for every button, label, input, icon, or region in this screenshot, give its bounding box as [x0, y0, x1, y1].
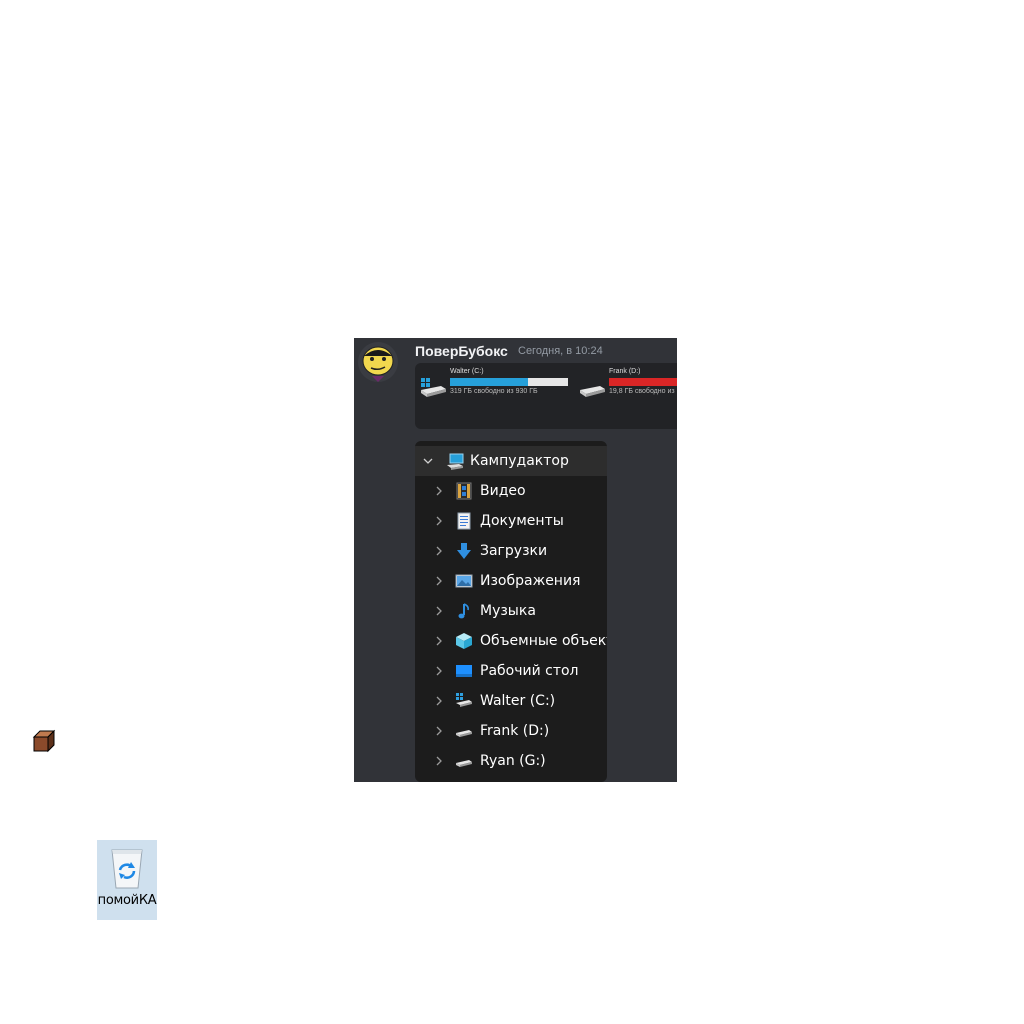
tree-label: Кампудактор	[470, 453, 569, 469]
tree-item[interactable]: Frank (D:)	[415, 716, 607, 746]
drive-c-usage-bar	[450, 378, 568, 386]
chevron-right-icon[interactable]	[434, 576, 444, 586]
drive-d-usage-bar	[609, 378, 677, 386]
tree-label: Загрузки	[480, 543, 548, 559]
tree-label: Рабочий стол	[480, 663, 579, 679]
windows-drive-icon	[456, 693, 472, 707]
box-icon[interactable]	[32, 729, 56, 753]
recycle-bin-icon	[111, 849, 143, 889]
tree-label: Видео	[480, 483, 526, 499]
tree-item[interactable]: Ryan (G:)	[415, 746, 607, 776]
tree-item[interactable]: Изображения	[415, 566, 607, 596]
drive-d-free: 19,8 ГБ свободно из	[609, 388, 675, 395]
tree-item[interactable]: Walter (C:)	[415, 686, 607, 716]
3d-objects-icon	[456, 633, 472, 649]
chevron-right-icon[interactable]	[434, 486, 444, 496]
username[interactable]: ПоверБубокс	[415, 343, 508, 359]
tree-label: Walter (C:)	[480, 693, 556, 709]
drive-icon	[456, 760, 472, 767]
tree-item[interactable]: Музыка	[415, 596, 607, 626]
drive-c-name: Walter (C:)	[450, 368, 484, 375]
chevron-right-icon[interactable]	[434, 606, 444, 616]
recycle-bin-label: помойКА	[97, 893, 157, 908]
chevron-right-icon[interactable]	[434, 666, 444, 676]
chevron-right-icon[interactable]	[434, 726, 444, 736]
chat-message: ПоверБубокс Сегодня, в 10:24 Walter (C:)…	[354, 338, 677, 782]
documents-icon	[457, 512, 471, 530]
chevron-right-icon[interactable]	[434, 546, 444, 556]
tree-item[interactable]: Рабочий стол	[415, 656, 607, 686]
tree-label: Frank (D:)	[480, 723, 550, 739]
drive-c-free: 319 ГБ свободно из 930 ГБ	[450, 388, 538, 395]
tree-item-computer[interactable]: Кампудактор	[415, 446, 607, 476]
avatar[interactable]	[358, 342, 398, 382]
tree-item[interactable]: Загрузки	[415, 536, 607, 566]
tree-label: Документы	[480, 513, 564, 529]
drives-image[interactable]: Walter (C:) 319 ГБ свободно из 930 ГБ Fr…	[415, 363, 677, 429]
chevron-right-icon[interactable]	[434, 516, 444, 526]
chevron-right-icon[interactable]	[434, 636, 444, 646]
chevron-down-icon[interactable]	[423, 456, 433, 466]
windows-drive-icon	[421, 378, 446, 397]
explorer-tree-image[interactable]: Кампудактор Видео Документы Загрузки Изобра…	[415, 441, 607, 782]
desktop-icon	[456, 665, 472, 677]
tree-label: Изображения	[480, 573, 581, 589]
pictures-icon	[455, 574, 473, 588]
computer-icon	[447, 453, 464, 470]
music-icon	[458, 603, 469, 619]
recycle-bin[interactable]: помойКА	[97, 840, 157, 920]
tree-label: Объемные объект	[480, 633, 607, 649]
tree-item[interactable]: Документы	[415, 506, 607, 536]
drive-icon	[580, 386, 605, 397]
downloads-icon	[457, 543, 471, 559]
tree-label: Ryan (G:)	[480, 753, 546, 769]
chevron-right-icon[interactable]	[434, 756, 444, 766]
tree-item[interactable]: Объемные объект	[415, 626, 607, 656]
tree-label: Музыка	[480, 603, 536, 619]
drive-d-name: Frank (D:)	[609, 368, 641, 375]
tree-item[interactable]: Видео	[415, 476, 607, 506]
chevron-right-icon[interactable]	[434, 696, 444, 706]
video-icon	[456, 482, 472, 500]
drive-icon	[456, 730, 472, 737]
timestamp: Сегодня, в 10:24	[518, 345, 603, 357]
